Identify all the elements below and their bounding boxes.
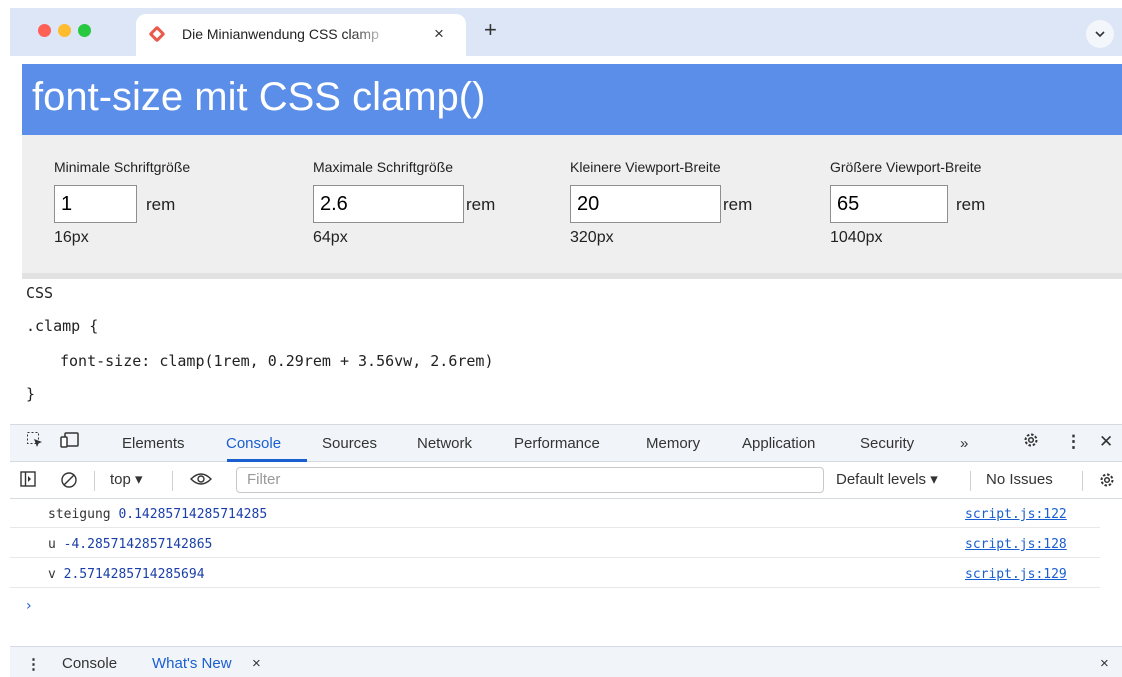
- device-toolbar-icon[interactable]: [60, 431, 80, 455]
- filter-input[interactable]: Filter: [236, 467, 824, 493]
- toolbar-separator: [172, 471, 173, 491]
- devtools-tab-bar: Elements Console Sources Network Perform…: [10, 424, 1122, 462]
- log-levels-dropdown[interactable]: Default levels ▾: [836, 471, 938, 489]
- console-row: steigung 0.14285714285714285 script.js:1…: [10, 499, 1100, 528]
- unit-label: rem: [146, 195, 176, 214]
- toolbar-separator: [1082, 471, 1083, 491]
- devtools-drawer: ⋮ Console What's New × ×: [10, 646, 1122, 677]
- small-viewport-control: Kleinere Viewport-Breite 20 rem 320px: [570, 159, 752, 246]
- page-title: font-size mit CSS clamp(): [32, 75, 486, 119]
- px-value: 1040px: [830, 229, 883, 246]
- unit-label: rem: [466, 195, 496, 214]
- source-link[interactable]: script.js:129: [965, 567, 1067, 582]
- log-label: v: [48, 567, 56, 582]
- toolbar-separator: [970, 471, 971, 491]
- chevron-down-icon: [1095, 31, 1105, 38]
- code-closing-brace: }: [26, 385, 36, 403]
- console-row: u -4.2857142857142865 script.js:128: [10, 529, 1100, 558]
- tab-application[interactable]: Application: [742, 435, 815, 452]
- log-message: steigung 0.14285714285714285: [48, 507, 267, 522]
- context-selector[interactable]: top ▾: [110, 471, 143, 489]
- source-link[interactable]: script.js:122: [965, 507, 1067, 522]
- sidebar-toggle-icon[interactable]: [20, 471, 36, 492]
- log-value: 2.5714285714285694: [63, 567, 205, 582]
- log-message: u -4.2857142857142865: [48, 537, 212, 552]
- max-font-size-control: Maximale Schriftgröße 2.6 rem 64px: [313, 159, 495, 246]
- window-close-button[interactable]: [38, 24, 51, 37]
- log-value: -4.2857142857142865: [63, 537, 213, 552]
- small-viewport-input[interactable]: 20: [570, 185, 721, 223]
- new-tab-button[interactable]: +: [484, 19, 497, 41]
- settings-gear-icon[interactable]: [1022, 431, 1040, 455]
- drawer-tab-console[interactable]: Console: [62, 655, 117, 672]
- browser-tab[interactable]: Die Minianwendung CSS clamp ×: [136, 14, 466, 56]
- large-viewport-input[interactable]: 65: [830, 185, 948, 223]
- px-value: 320px: [570, 229, 614, 246]
- code-selector: .clamp {: [26, 317, 99, 335]
- tab-security[interactable]: Security: [860, 435, 914, 452]
- drawer-tab-whats-new[interactable]: What's New: [152, 655, 232, 672]
- close-whats-new-icon[interactable]: ×: [252, 655, 261, 672]
- tab-performance[interactable]: Performance: [514, 435, 600, 452]
- close-devtools-icon[interactable]: ✕: [1099, 431, 1113, 453]
- log-message: v 2.5714285714285694: [48, 567, 205, 582]
- code-heading: CSS: [26, 284, 54, 302]
- tab-elements[interactable]: Elements: [122, 435, 185, 452]
- toolbar-separator: [94, 471, 95, 491]
- min-font-size-control: Minimale Schriftgröße 1 rem 16px: [54, 159, 191, 246]
- live-expression-eye-icon[interactable]: [190, 471, 212, 492]
- console-row: v 2.5714285714285694 script.js:129: [10, 559, 1100, 588]
- tab-favicon-icon: [149, 26, 165, 42]
- tab-network[interactable]: Network: [417, 435, 472, 452]
- control-label: Kleinere Viewport-Breite: [570, 159, 721, 175]
- drawer-menu-icon[interactable]: ⋮: [26, 655, 41, 673]
- px-value: 16px: [54, 229, 89, 246]
- control-label: Maximale Schriftgröße: [313, 159, 454, 175]
- inspect-element-icon[interactable]: [26, 431, 44, 455]
- source-link[interactable]: script.js:128: [965, 537, 1067, 552]
- tab-search-button[interactable]: [1086, 20, 1114, 48]
- issues-button[interactable]: No Issues: [986, 471, 1053, 489]
- min-font-size-input[interactable]: 1: [54, 185, 137, 223]
- tab-title: Die Minianwendung CSS clamp: [182, 26, 379, 42]
- clear-console-icon[interactable]: [60, 471, 78, 494]
- more-options-icon[interactable]: ⋮: [1065, 431, 1082, 453]
- controls-panel: Minimale Schriftgröße 1 rem 16px Maximal…: [22, 135, 1122, 279]
- console-toolbar: top ▾ Filter Default levels ▾ No Issues: [10, 462, 1122, 499]
- log-label: steigung: [48, 507, 111, 522]
- large-viewport-control: Größere Viewport-Breite 65 rem 1040px: [830, 159, 985, 246]
- page-banner: font-size mit CSS clamp(): [22, 64, 1122, 135]
- tab-sources[interactable]: Sources: [322, 435, 377, 452]
- tab-close-icon[interactable]: ×: [434, 24, 444, 44]
- max-font-size-input[interactable]: 2.6: [313, 185, 464, 223]
- code-declaration: font-size: clamp(1rem, 0.29rem + 3.56vw,…: [60, 352, 494, 370]
- unit-label: rem: [956, 195, 986, 214]
- control-label: Minimale Schriftgröße: [54, 159, 191, 175]
- log-label: u: [48, 537, 56, 552]
- window-zoom-button[interactable]: [78, 24, 91, 37]
- control-label: Größere Viewport-Breite: [830, 159, 982, 175]
- window-minimize-button[interactable]: [58, 24, 71, 37]
- close-drawer-icon[interactable]: ×: [1100, 655, 1109, 672]
- px-value: 64px: [313, 229, 348, 246]
- console-settings-gear-icon[interactable]: [1098, 471, 1116, 494]
- console-prompt[interactable]: ›: [26, 598, 32, 614]
- log-value: 0.14285714285714285: [118, 507, 268, 522]
- more-tabs-button[interactable]: »: [960, 435, 968, 452]
- unit-label: rem: [723, 195, 753, 214]
- tab-console[interactable]: Console: [226, 435, 281, 452]
- tab-memory[interactable]: Memory: [646, 435, 700, 452]
